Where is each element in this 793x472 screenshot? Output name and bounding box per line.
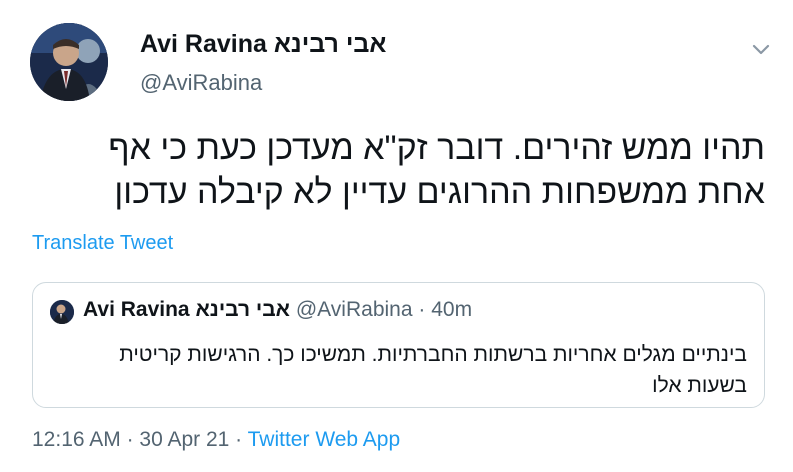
tweet-footer: 12:16 AM · 30 Apr 21 · Twitter Web App bbox=[32, 428, 400, 452]
tweet-text-line: אחת ממשפחות ההרוגים עדיין לא קיבלה עדכון bbox=[114, 173, 765, 211]
quoted-time: 40m bbox=[431, 298, 473, 321]
quoted-avatar bbox=[50, 300, 74, 324]
tweet-text: תהיו ממש זהירים. דובר זק"א מעדכן כעת כי … bbox=[25, 126, 765, 214]
footer-separator: · bbox=[126, 428, 134, 451]
quoted-text-line: בינתיים מגלים אחריות ברשתות החברתיות. תמ… bbox=[119, 343, 747, 366]
quoted-text-line: בשעות אלו bbox=[652, 374, 747, 397]
tweet-text-line: תהיו ממש זהירים. דובר זק"א מעדכן כעת כי … bbox=[108, 129, 765, 167]
quoted-header: Avi Ravina אבי רבינא @AviRabina · 40m bbox=[83, 298, 472, 322]
quoted-text: בינתיים מגלים אחריות ברשתות החברתיות. תמ… bbox=[47, 339, 747, 401]
author-name[interactable]: Avi Ravina אבי רבינא bbox=[140, 30, 386, 59]
tweet-time[interactable]: 12:16 AM bbox=[32, 428, 121, 451]
tweet-date[interactable]: 30 Apr 21 bbox=[139, 428, 229, 451]
quoted-author-name: Avi Ravina אבי רבינא bbox=[83, 298, 291, 321]
footer-separator: · bbox=[235, 428, 243, 451]
quoted-avatar-photo bbox=[50, 300, 74, 324]
avatar-photo bbox=[30, 23, 108, 101]
quoted-author-handle: @AviRabina bbox=[295, 298, 413, 321]
author-handle[interactable]: @AviRabina bbox=[140, 70, 262, 96]
translate-tweet-link[interactable]: Translate Tweet bbox=[32, 232, 173, 255]
source-app-link[interactable]: Twitter Web App bbox=[248, 428, 401, 451]
quoted-tweet[interactable]: Avi Ravina אבי רבינא @AviRabina · 40m בי… bbox=[32, 282, 765, 408]
chevron-down-icon[interactable] bbox=[748, 36, 774, 62]
quoted-separator: · bbox=[418, 298, 426, 321]
avatar[interactable] bbox=[30, 23, 108, 101]
